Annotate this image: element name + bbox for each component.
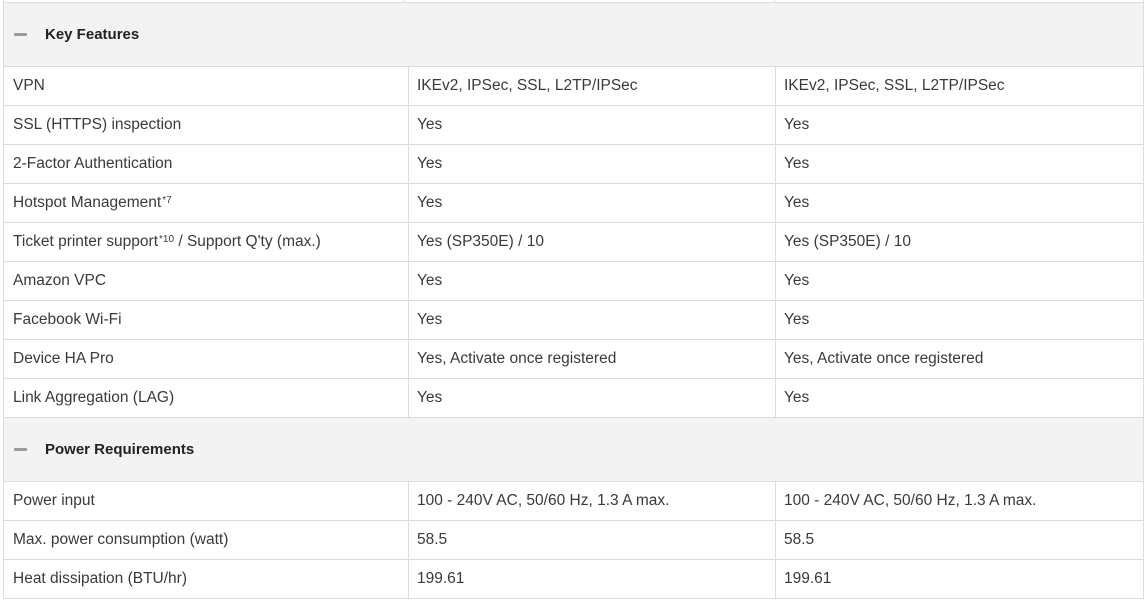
row-value-model-2: Yes (SP350E) / 10: [784, 233, 911, 250]
row-value-model-2: Yes: [784, 116, 810, 133]
table-row: VPN IKEv2, IPSec, SSL, L2TP/IPSec IKEv2,…: [4, 67, 1143, 106]
table-row: 2-Factor Authentication Yes Yes: [4, 145, 1143, 184]
row-label: Device HA Pro: [4, 340, 409, 378]
row-value-model-1: IKEv2, IPSec, SSL, L2TP/IPSec: [409, 67, 776, 105]
row-value-model-2: Yes: [784, 194, 810, 211]
row-value-model-2: IKEv2, IPSec, SSL, L2TP/IPSec: [784, 77, 1005, 94]
row-label: Amazon VPC: [4, 262, 409, 300]
section-header-power-requirements[interactable]: Power Requirements: [4, 418, 1143, 482]
row-value-model-2: Yes: [784, 311, 810, 328]
row-value-model-1: 100 - 240V AC, 50/60 Hz, 1.3 A max.: [409, 482, 776, 520]
row-label: Max. power consumption (watt): [4, 521, 409, 559]
row-value-model-1: Yes: [409, 301, 776, 339]
table-row: Amazon VPC Yes Yes: [4, 262, 1143, 301]
collapse-minus-icon[interactable]: [14, 32, 27, 36]
row-value-model-1: Yes: [409, 379, 776, 417]
table-row: Facebook Wi-Fi Yes Yes: [4, 301, 1143, 340]
row-value-model-2: Yes: [784, 389, 810, 406]
row-label: Power input: [4, 482, 409, 520]
row-value-model-2: Yes, Activate once registered: [784, 350, 984, 367]
row-value-model-2: 199.61: [784, 570, 832, 587]
row-label: Ticket printer support *10 / Support Q'ty…: [4, 223, 409, 261]
row-label: 2-Factor Authentication: [4, 145, 409, 183]
section-title: Key Features: [45, 26, 140, 43]
section-title: Power Requirements: [45, 441, 195, 458]
row-value-model-2: Yes: [784, 155, 810, 172]
table-row: Power input 100 - 240V AC, 50/60 Hz, 1.3…: [4, 482, 1143, 521]
footnote-marker: *7: [162, 194, 172, 206]
row-value-model-1: Yes: [409, 106, 776, 144]
table-row: Device HA Pro Yes, Activate once registe…: [4, 340, 1143, 379]
row-label: Heat dissipation (BTU/hr): [4, 560, 409, 598]
table-row: Max. power consumption (watt) 58.5 58.5: [4, 521, 1143, 560]
row-value-model-1: Yes: [409, 145, 776, 183]
row-label: VPN: [4, 67, 409, 105]
row-value-model-2: Yes: [784, 272, 810, 289]
row-label: Link Aggregation (LAG): [4, 379, 409, 417]
row-value-model-2: 100 - 240V AC, 50/60 Hz, 1.3 A max.: [784, 492, 1037, 509]
row-label: SSL (HTTPS) inspection: [4, 106, 409, 144]
footnote-marker: *10: [159, 233, 175, 245]
row-value-model-1: Yes: [409, 262, 776, 300]
row-value-model-1: Yes: [409, 184, 776, 222]
row-value-model-1: 58.5: [409, 521, 776, 559]
table-row: Link Aggregation (LAG) Yes Yes: [4, 379, 1143, 418]
row-value-model-1: 199.61: [409, 560, 776, 598]
table-row: Ticket printer support *10 / Support Q'ty…: [4, 223, 1143, 262]
row-value-model-1: Yes, Activate once registered: [409, 340, 776, 378]
row-value-model-2: 58.5: [784, 531, 815, 548]
row-label: Hotspot Management *7: [4, 184, 409, 222]
table-row: Heat dissipation (BTU/hr) 199.61 199.61: [4, 560, 1143, 599]
section-header-key-features[interactable]: Key Features: [4, 3, 1143, 67]
table-row: Hotspot Management *7 Yes Yes: [4, 184, 1143, 223]
spec-table: Key Features VPN IKEv2, IPSec, SSL, L2TP…: [3, 0, 1144, 599]
collapse-minus-icon[interactable]: [14, 447, 27, 451]
row-label: Facebook Wi-Fi: [4, 301, 409, 339]
row-value-model-1: Yes (SP350E) / 10: [409, 223, 776, 261]
table-row: SSL (HTTPS) inspection Yes Yes: [4, 106, 1143, 145]
